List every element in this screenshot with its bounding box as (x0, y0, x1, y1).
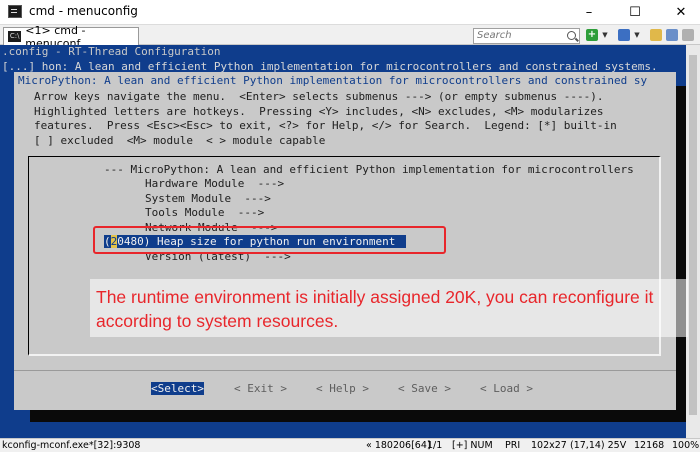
search-input[interactable]: Search (473, 28, 580, 44)
scrollbar-thumb[interactable] (689, 55, 697, 415)
menu-item-system-module[interactable]: System Module ---> (145, 192, 271, 205)
menu-item-tools-module[interactable]: Tools Module ---> (145, 206, 264, 219)
help-line: features. Press <Esc><Esc> to exit, <?> … (34, 119, 617, 132)
status-position: « 180206[64] (366, 440, 431, 451)
maximize-button[interactable]: ☐ (612, 0, 658, 24)
search-placeholder: Search (477, 30, 512, 41)
menu-header: --- MicroPython: A lean and efficient Py… (104, 163, 634, 176)
highlight-box (93, 226, 446, 254)
status-memory: 12168 (634, 440, 665, 451)
button-separator (14, 370, 676, 371)
status-mode: [+] NUM (452, 440, 493, 451)
dialog-shadow (676, 86, 686, 422)
status-process: kconfig-mconf.exe*[32]:9308 (2, 440, 141, 451)
tab-cmd-menuconf[interactable]: C:\ <1> cmd - menuconf (3, 24, 139, 50)
help-line: Arrow keys navigate the menu. <Enter> se… (34, 90, 604, 103)
monitor-icon[interactable] (618, 29, 630, 41)
dialog-title: MicroPython: A lean and efficient Python… (18, 74, 648, 87)
window-title: cmd - menuconfig (29, 4, 138, 18)
console-title-line: .config - RT-Thread Configuration (2, 45, 221, 58)
dialog-shadow (30, 410, 684, 422)
window-title-bar: cmd - menuconfig – ☐ ✕ (0, 0, 700, 24)
menu-icon[interactable] (682, 29, 694, 41)
chevron-down-icon[interactable]: ▼ (601, 29, 609, 41)
load-button[interactable]: < Load > (480, 382, 533, 395)
status-percent: 100% (672, 440, 700, 451)
help-button[interactable]: < Help > (316, 382, 369, 395)
tab-bar: C:\ <1> cmd - menuconf Search + ▼ ▼ (0, 24, 700, 50)
help-line: [ ] excluded <M> module < > module capab… (34, 134, 326, 147)
exit-button[interactable]: < Exit > (234, 382, 287, 395)
status-page: 1/1 (427, 440, 443, 451)
status-cursor: (17,14) 25V (570, 440, 627, 451)
status-priority: PRI (505, 440, 521, 451)
vertical-scrollbar[interactable] (686, 45, 700, 438)
window-icon[interactable] (666, 29, 678, 41)
chevron-down-icon[interactable]: ▼ (633, 29, 641, 41)
save-button[interactable]: < Save > (398, 382, 451, 395)
status-size: 102x27 (531, 440, 567, 451)
annotation-text: The runtime environment is initially ass… (96, 287, 654, 331)
select-button[interactable]: <Select> (151, 382, 204, 395)
close-button[interactable]: ✕ (658, 0, 700, 24)
menu-item-hardware-module[interactable]: Hardware Module ---> (145, 177, 284, 190)
new-console-icon[interactable]: + (586, 29, 598, 41)
minimize-button[interactable]: – (566, 0, 612, 24)
lock-icon[interactable] (650, 29, 662, 41)
status-bar: kconfig-mconf.exe*[32]:9308 « 180206[64]… (0, 438, 700, 452)
console-icon: C:\ (8, 31, 22, 42)
terminal-icon (8, 5, 22, 18)
search-icon[interactable] (567, 31, 576, 40)
help-line: Highlighted letters are hotkeys. Pressin… (34, 105, 604, 118)
